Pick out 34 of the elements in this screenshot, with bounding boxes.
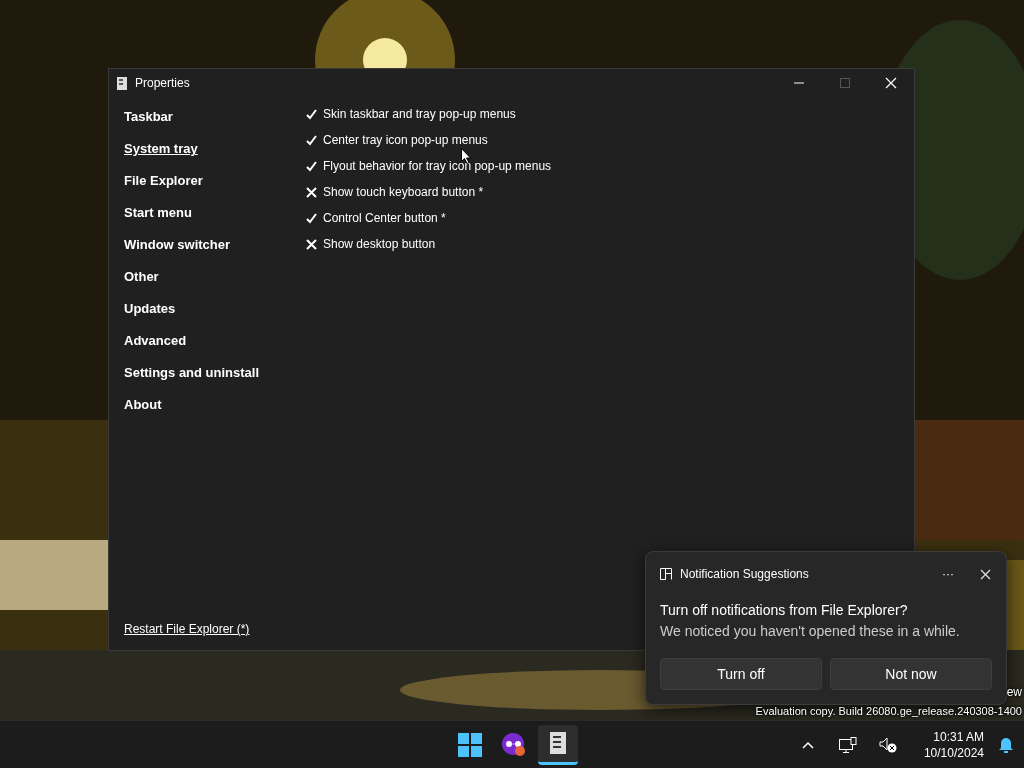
- notification-title: Turn off notifications from File Explorer?: [660, 601, 909, 620]
- option-label[interactable]: Control Center button *: [323, 209, 446, 227]
- option-label[interactable]: Flyout behavior for tray icon pop-up menus: [323, 157, 552, 175]
- option-label[interactable]: Skin taskbar and tray pop-up menus: [323, 105, 516, 123]
- option-label[interactable]: Center tray icon pop-up menus: [323, 131, 488, 149]
- clock-time[interactable]: 10:31 AM: [923, 728, 984, 745]
- clock-date[interactable]: 10/10/2024: [923, 744, 984, 761]
- not-now-button[interactable]: Not now: [830, 658, 992, 690]
- windows-logo-icon[interactable]: [458, 732, 482, 757]
- sidebar-item[interactable]: System tray: [124, 133, 198, 165]
- restart-link[interactable]: Restart File Explorer (*): [124, 620, 250, 638]
- sidebar-item[interactable]: Other: [124, 261, 159, 293]
- window-title: Properties: [135, 75, 190, 92]
- sidebar-item[interactable]: Taskbar: [124, 101, 173, 133]
- close-button[interactable]: [979, 567, 992, 581]
- turn-off-button[interactable]: Turn off: [660, 658, 822, 690]
- app-icon: [660, 568, 672, 580]
- sidebar-item[interactable]: File Explorer: [124, 165, 203, 197]
- close-icon[interactable]: [885, 77, 897, 89]
- sidebar-item[interactable]: About: [124, 389, 162, 421]
- sidebar-item[interactable]: Advanced: [124, 325, 187, 357]
- desktop-text: ew: [1006, 684, 1022, 700]
- desktop-text: Evaluation copy. Build 26080.ge_release.240308-1400: [755, 704, 1022, 719]
- sidebar-item[interactable]: Window switcher: [124, 229, 231, 261]
- sidebar-item[interactable]: Start menu: [124, 197, 192, 229]
- app-icon: [117, 76, 127, 90]
- notification-app-name: Notification Suggestions: [680, 566, 810, 583]
- option-label[interactable]: Show desktop button: [323, 235, 436, 253]
- notification-body: We noticed you haven't opened these in a while.: [660, 622, 961, 641]
- sidebar-item[interactable]: Updates: [124, 293, 176, 325]
- option-label[interactable]: Show touch keyboard button *: [323, 183, 484, 201]
- sidebar-item[interactable]: Settings and uninstall: [124, 357, 260, 389]
- more-button[interactable]: ···: [941, 564, 955, 584]
- taskbar-app-icon[interactable]: [538, 724, 578, 765]
